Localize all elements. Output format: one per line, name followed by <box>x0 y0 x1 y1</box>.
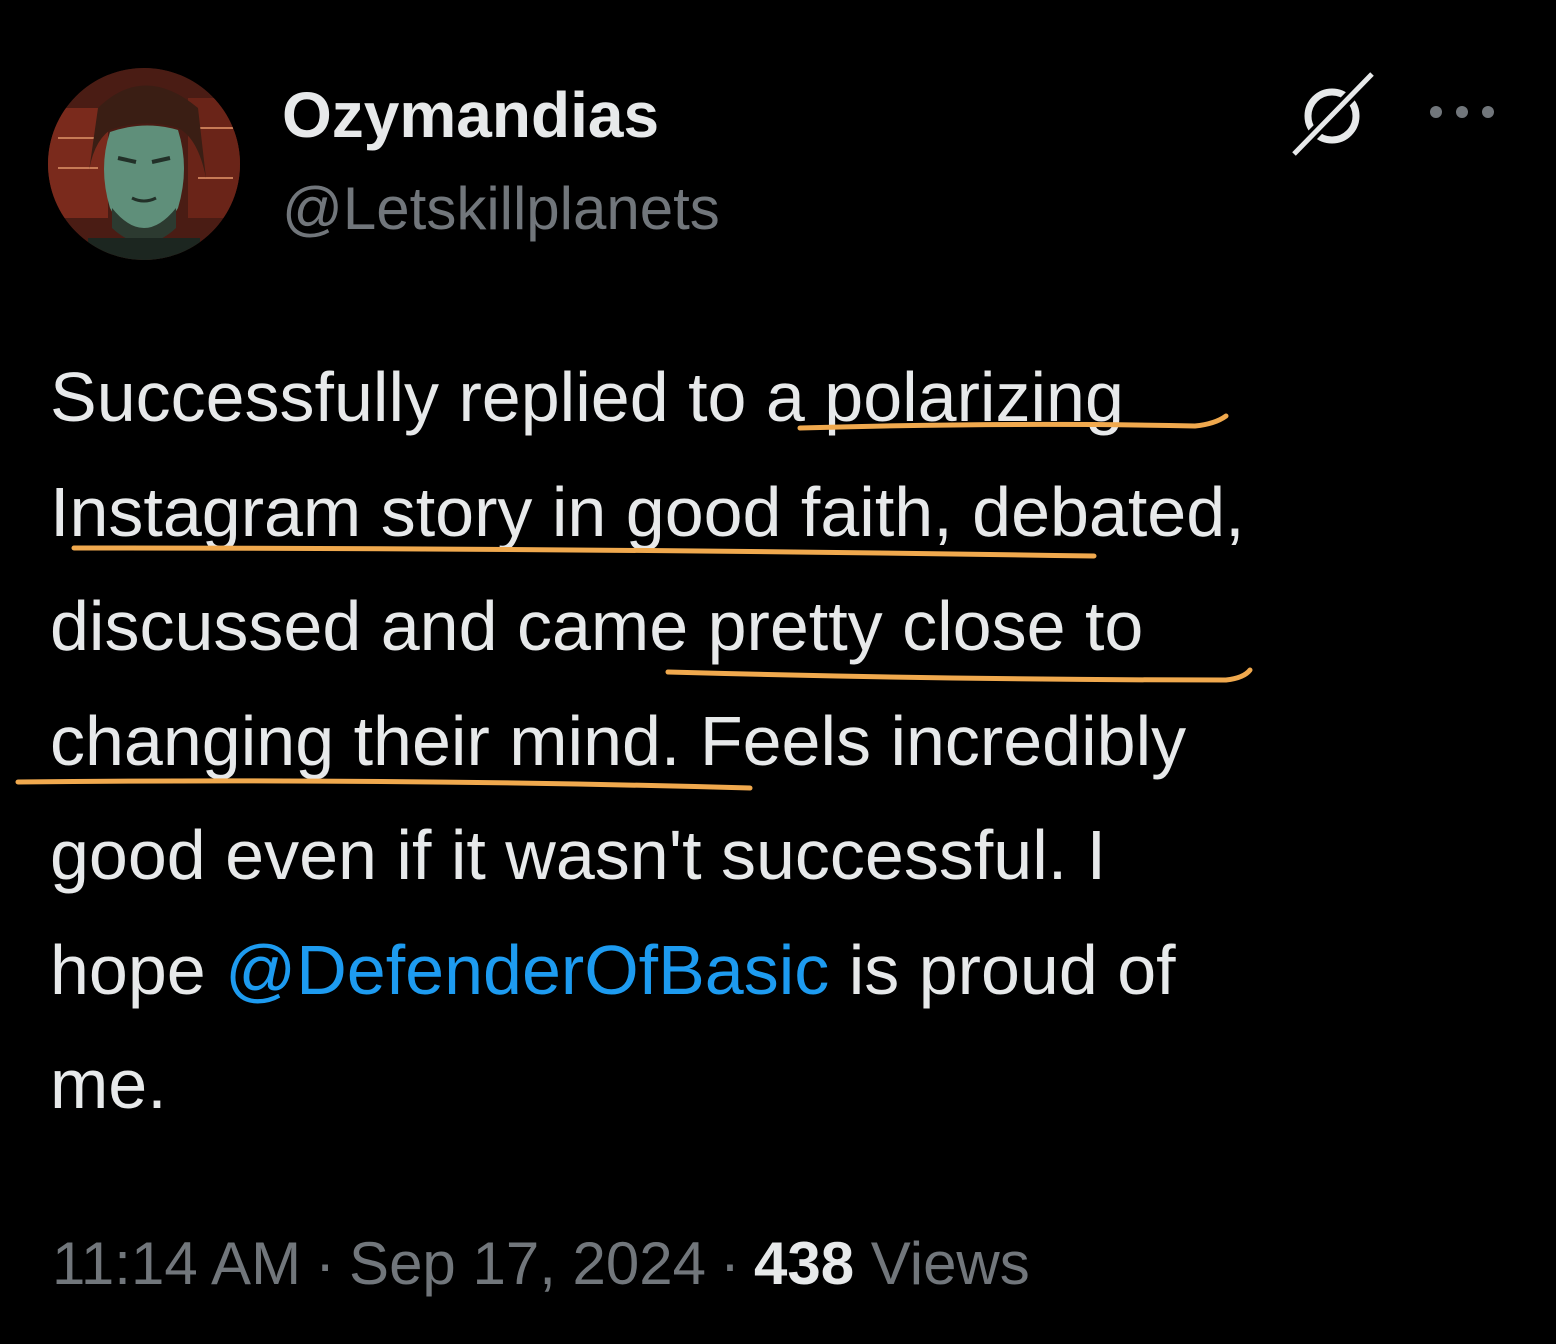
tweet-text-line: discussed and came pretty close to <box>50 587 1144 665</box>
tweet-text-line: hope @DefenderOfBasic is proud of <box>50 913 1520 1028</box>
tweet-text-line: me. <box>50 1045 167 1123</box>
separator-dot: · <box>315 1230 336 1297</box>
separator-dot: · <box>720 1230 741 1297</box>
author-handle[interactable]: @Letskillplanets <box>282 174 720 244</box>
views-label: Views <box>870 1230 1030 1297</box>
tweet-text-line: Successfully replied to a polarizing <box>50 358 1124 436</box>
grok-icon[interactable] <box>1286 66 1382 162</box>
tweet-text-line: Instagram story in good faith, debated, <box>50 472 1245 551</box>
tweet-text-fragment: is proud of <box>829 930 1176 1009</box>
tweet-time[interactable]: 11:14 AM <box>52 1230 301 1297</box>
views-count[interactable]: 438 <box>754 1230 854 1297</box>
more-horizontal-icon[interactable] <box>1420 92 1504 132</box>
tweet-text: Successfully replied to a polarizing Ins… <box>50 340 1520 1142</box>
tweet-text-fragment: hope <box>50 930 226 1009</box>
tweet-text-line: changing their mind. Feels incredibly <box>50 701 1187 780</box>
author-display-name[interactable]: Ozymandias <box>282 78 659 152</box>
tweet-metadata: 11:14 AM · Sep 17, 2024 · 438 Views <box>52 1228 1030 1300</box>
avatar-portrait-image <box>48 68 240 260</box>
tweet-date[interactable]: Sep 17, 2024 <box>349 1230 706 1297</box>
avatar[interactable] <box>48 68 240 260</box>
mention-link[interactable]: @DefenderOfBasic <box>225 931 829 1009</box>
tweet-text-line: good even if it wasn't successful. I <box>50 816 1107 894</box>
